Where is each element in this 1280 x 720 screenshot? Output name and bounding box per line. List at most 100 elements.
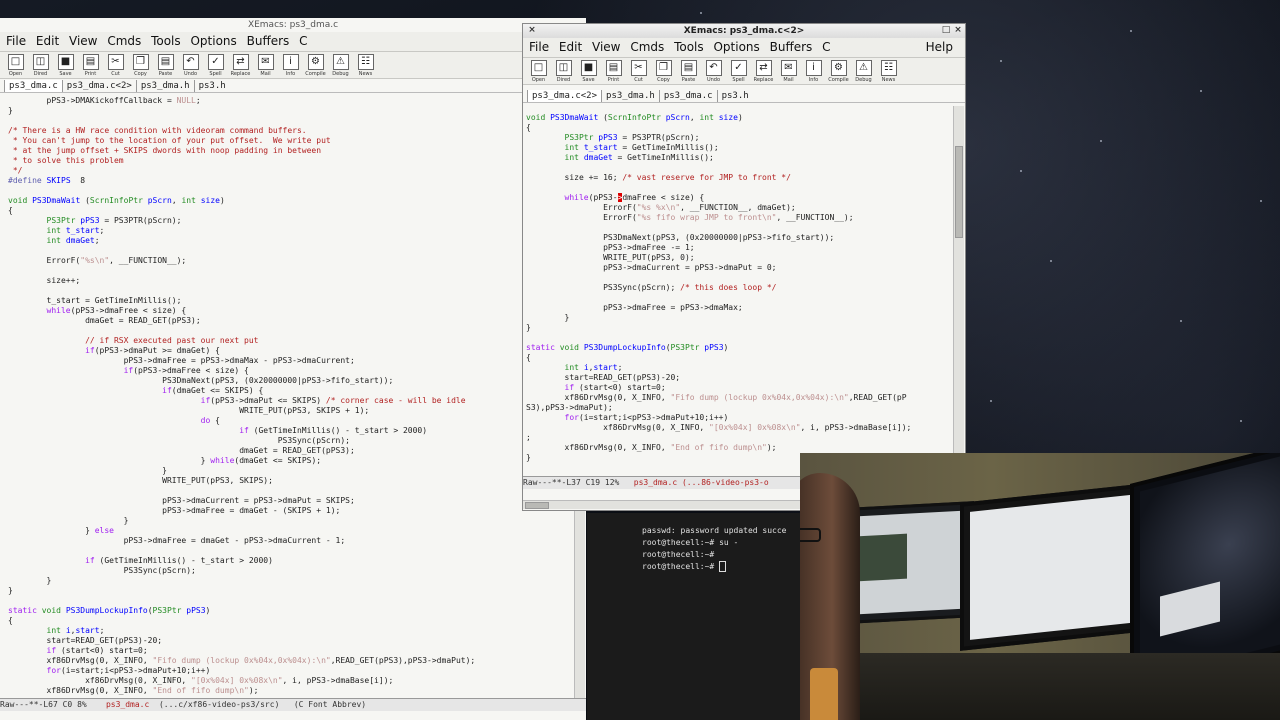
compile-button[interactable]: ⚙ Compile (304, 53, 327, 77)
open-button[interactable]: □ Open (527, 59, 550, 83)
undo-button[interactable]: ↶ Undo (179, 53, 202, 77)
paste-button[interactable]: ▤ Paste (677, 59, 700, 83)
menu-view[interactable]: View (69, 34, 97, 48)
copy-icon: ❐ (132, 54, 149, 70)
compile-button[interactable]: ⚙ Compile (827, 59, 850, 83)
menu-edit[interactable]: Edit (559, 40, 582, 54)
menu-c[interactable]: C (299, 34, 307, 48)
terminal-window[interactable]: passwd: password updated succe root@thec… (587, 513, 800, 720)
left-modeline: Raw---**-L67 C0 8% ps3_dma.c (...c/xf86-… (0, 698, 586, 711)
tab-ps3-h[interactable]: ps3.h (716, 90, 753, 102)
right-xemacs-window: × XEmacs: ps3_dma.c<2> □ × File Edit Vie… (522, 23, 966, 511)
debug-button[interactable]: ⚠ Debug (852, 59, 875, 83)
menu-cmds[interactable]: Cmds (107, 34, 141, 48)
save-button[interactable]: ■ Save (54, 53, 77, 77)
tab-ps3-dma-c-2[interactable]: ps3_dma.c<2> (61, 80, 136, 92)
menu-tools[interactable]: Tools (151, 34, 181, 48)
news-button[interactable]: ☷ News (354, 53, 377, 77)
info-icon: i (805, 60, 822, 76)
right-modeline-status: Raw---**-L37 C19 12% (523, 478, 620, 487)
spell-button[interactable]: ✓ Spell (727, 59, 750, 83)
terminal-line-1: passwd: password updated succe (642, 526, 787, 535)
menu-tools[interactable]: Tools (674, 40, 704, 54)
right-window-titlebar[interactable]: × XEmacs: ps3_dma.c<2> □ × (523, 24, 965, 38)
mail-button[interactable]: ✉ Mail (777, 59, 800, 83)
right-code-buffer[interactable]: void PS3DmaWait (ScrnInfoPtr pScrn, int … (526, 113, 952, 468)
cut-button[interactable]: ✂ Cut (627, 59, 650, 83)
left-code-buffer[interactable]: pPS3->DMAKickoffCallback = NULL; } /* Th… (8, 96, 574, 696)
info-button[interactable]: i Info (802, 59, 825, 83)
spell-button[interactable]: ✓ Spell (204, 53, 227, 77)
menu-cmds[interactable]: Cmds (630, 40, 664, 54)
info-icon: i (282, 54, 299, 70)
right-buffer-tabs: ps3_dma.c<2> ps3_dma.h ps3_dma.c ps3.h (523, 89, 965, 103)
menu-view[interactable]: View (592, 40, 620, 54)
terminal-cursor (719, 561, 727, 572)
webcam-desk (800, 653, 1280, 720)
dired-button[interactable]: ◫ Dired (29, 53, 52, 77)
dired-button[interactable]: ◫ Dired (552, 59, 575, 83)
open-button[interactable]: □ Open (4, 53, 27, 77)
printer-icon: ▤ (82, 54, 99, 70)
save-icon: ■ (57, 54, 74, 70)
printer-icon: ▤ (605, 60, 622, 76)
replace-icon: ⇄ (232, 54, 249, 70)
mail-button[interactable]: ✉ Mail (254, 53, 277, 77)
spell-icon: ✓ (207, 54, 224, 70)
replace-button[interactable]: ⇄ Replace (752, 59, 775, 83)
menu-options[interactable]: Options (190, 34, 236, 48)
glasses-icon (800, 528, 821, 542)
tab-ps3-dma-c-2[interactable]: ps3_dma.c<2> (527, 90, 602, 102)
window-menu-icon[interactable]: × (527, 25, 537, 35)
menu-buffers[interactable]: Buffers (770, 40, 813, 54)
news-icon: ☷ (880, 60, 897, 76)
tab-ps3-dma-c[interactable]: ps3_dma.c (4, 80, 62, 92)
left-modeline-status: Raw---**-L67 C0 8% (0, 700, 87, 709)
news-icon: ☷ (357, 54, 374, 70)
paste-button[interactable]: ▤ Paste (154, 53, 177, 77)
undo-button[interactable]: ↶ Undo (702, 59, 725, 83)
right-toolbar: □ Open ◫ Dired ■ Save ▤ Print ✂ Cut ❐ Copy ▤ Pa… (523, 58, 965, 85)
menu-file[interactable]: File (6, 34, 26, 48)
mail-icon: ✉ (257, 54, 274, 70)
cut-button[interactable]: ✂ Cut (104, 53, 127, 77)
debug-icon: ⚠ (332, 54, 349, 70)
left-menubar: File Edit View Cmds Tools Options Buffer… (0, 32, 586, 52)
replace-button[interactable]: ⇄ Replace (229, 53, 252, 77)
tab-ps3-dma-c[interactable]: ps3_dma.c (658, 90, 717, 102)
undo-icon: ↶ (182, 54, 199, 70)
terminal-line-2: root@thecell:~# su - (642, 538, 739, 547)
menu-buffers[interactable]: Buffers (247, 34, 290, 48)
info-button[interactable]: i Info (279, 53, 302, 77)
open-file-icon: □ (530, 60, 547, 76)
debug-button[interactable]: ⚠ Debug (329, 53, 352, 77)
print-button[interactable]: ▤ Print (79, 53, 102, 77)
tab-ps3-h[interactable]: ps3.h (193, 80, 230, 92)
right-hscroll-thumb[interactable] (525, 502, 549, 509)
save-button[interactable]: ■ Save (577, 59, 600, 83)
tab-ps3-dma-h[interactable]: ps3_dma.h (601, 90, 659, 102)
close-icon[interactable]: × (953, 25, 963, 35)
menu-c[interactable]: C (822, 40, 830, 54)
right-modeline-path: (...86-video-ps3-o (681, 478, 769, 487)
right-modeline-buffer: ps3_dma.c (633, 478, 678, 487)
maximize-icon[interactable]: □ (941, 25, 951, 35)
menu-file[interactable]: File (529, 40, 549, 54)
print-button[interactable]: ▤ Print (602, 59, 625, 83)
left-modeline-mode: (C Font Abbrev) (293, 700, 367, 709)
news-button[interactable]: ☷ News (877, 59, 900, 83)
webcam-monitor-center (960, 483, 1148, 651)
copy-icon: ❐ (655, 60, 672, 76)
tab-ps3-dma-h[interactable]: ps3_dma.h (135, 80, 194, 92)
compile-icon: ⚙ (830, 60, 847, 76)
right-scroll-thumb[interactable] (955, 146, 963, 238)
menu-options[interactable]: Options (713, 40, 759, 54)
menu-help[interactable]: Help (926, 38, 953, 57)
copy-button[interactable]: ❐ Copy (129, 53, 152, 77)
scissors-icon: ✂ (630, 60, 647, 76)
copy-button[interactable]: ❐ Copy (652, 59, 675, 83)
scissors-icon: ✂ (107, 54, 124, 70)
menu-edit[interactable]: Edit (36, 34, 59, 48)
left-window-titlebar[interactable]: XEmacs: ps3_dma.c (0, 18, 586, 32)
right-vertical-scrollbar[interactable] (953, 106, 964, 476)
